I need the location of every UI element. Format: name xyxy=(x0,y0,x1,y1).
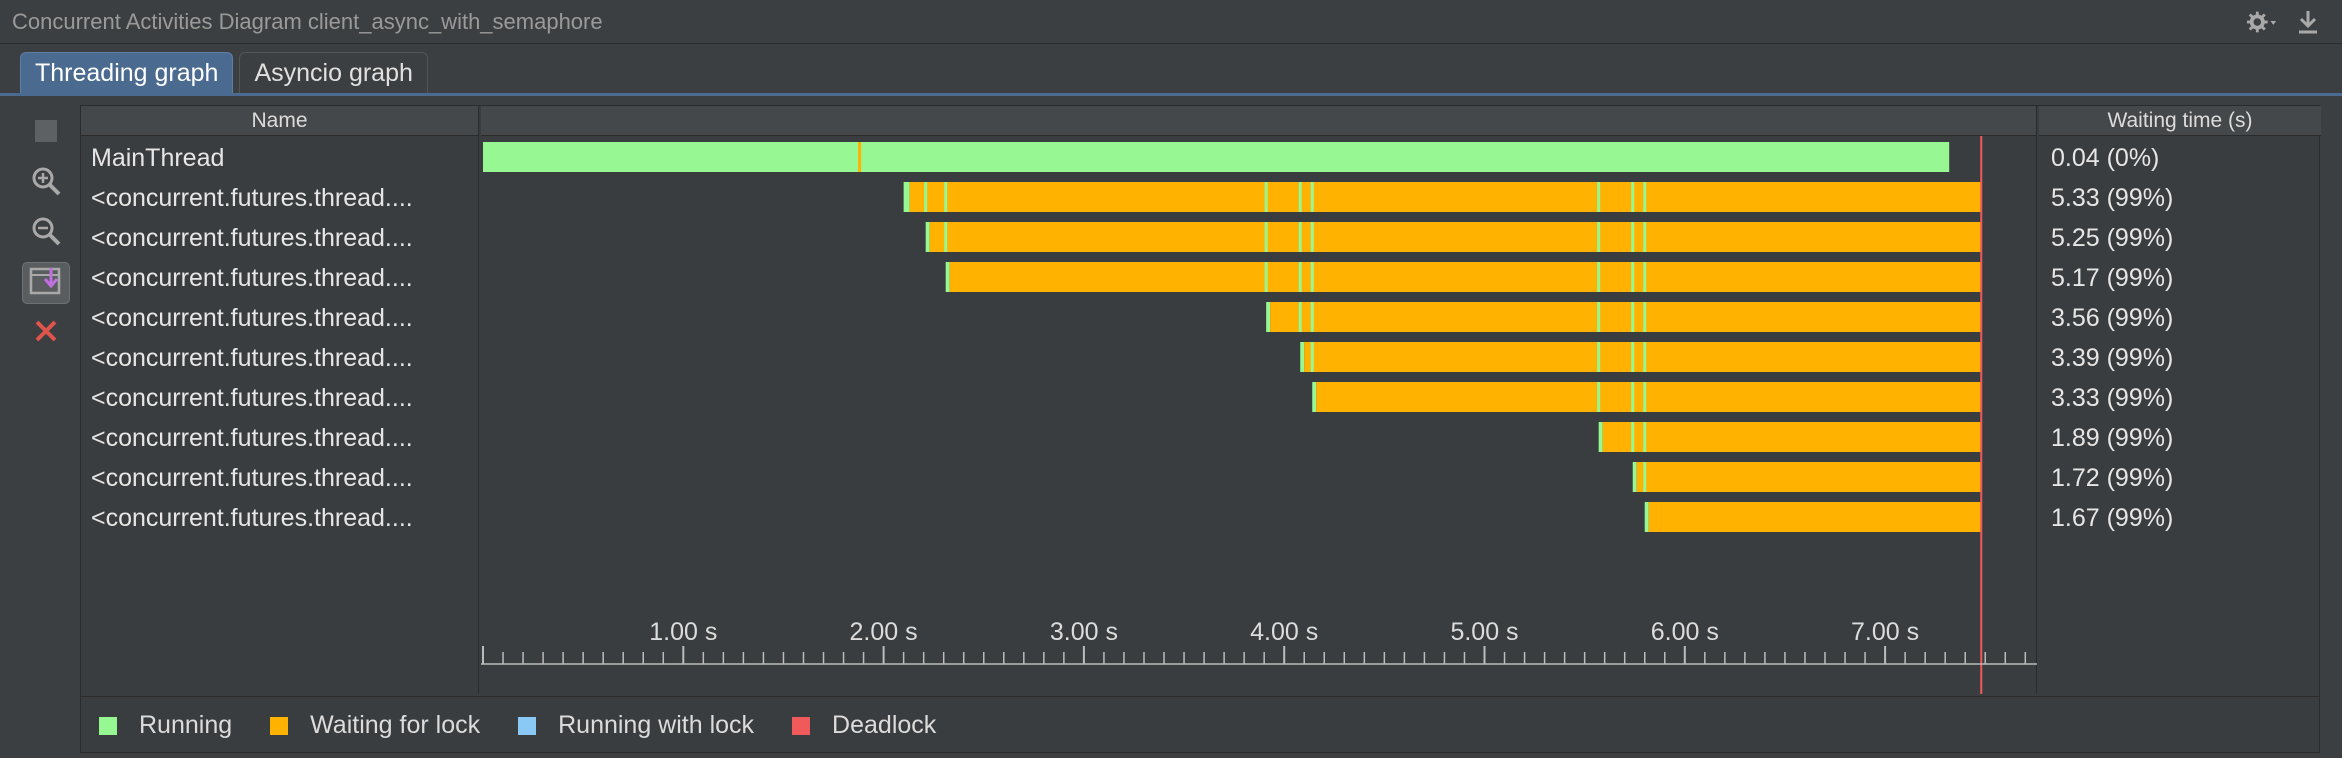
running-with-lock-swatch xyxy=(518,716,537,735)
waiting-segment xyxy=(1304,342,1982,372)
side-toolbar xyxy=(22,112,72,354)
waiting-time: 1.89 (99%) xyxy=(2051,424,2174,452)
legend-running: Running xyxy=(99,711,232,740)
waiting-header[interactable]: Waiting time (s) xyxy=(2039,106,2321,136)
legend-running-with-lock: Running with lock xyxy=(518,711,754,740)
legend-label: Waiting for lock xyxy=(310,711,481,739)
thread-name[interactable]: <concurrent.futures.thread.... xyxy=(91,258,476,298)
waiting-segment xyxy=(1602,422,1982,452)
thread-name[interactable]: <concurrent.futures.thread.... xyxy=(91,458,476,498)
tick-label: 4.00 s xyxy=(1250,618,1318,646)
tick-label: 5.00 s xyxy=(1450,618,1518,646)
running-segment xyxy=(903,182,910,212)
thread-name[interactable]: <concurrent.futures.thread.... xyxy=(91,338,476,378)
stop-button[interactable] xyxy=(22,112,70,154)
running-segment xyxy=(1644,502,1649,532)
thread-name[interactable]: <concurrent.futures.thread.... xyxy=(91,418,476,458)
waiting-time: 5.17 (99%) xyxy=(2051,264,2174,292)
thread-name[interactable]: <concurrent.futures.thread.... xyxy=(91,378,476,418)
waiting-segment xyxy=(949,262,1982,292)
tick-label: 1.00 s xyxy=(649,618,717,646)
waiting-segment xyxy=(1316,382,1982,412)
zoom-in-button[interactable] xyxy=(22,162,70,204)
waiting-time: 0.04 (0%) xyxy=(2051,144,2160,172)
waiting-segment xyxy=(1636,462,1982,492)
close-button[interactable] xyxy=(22,312,70,354)
legend-label: Running with lock xyxy=(558,711,755,739)
thread-name[interactable]: <concurrent.futures.thread.... xyxy=(91,498,476,538)
running-segment xyxy=(1266,302,1271,332)
running-segment xyxy=(1632,462,1637,492)
running-segment xyxy=(945,262,950,292)
legend-deadlock: Deadlock xyxy=(792,711,936,740)
zoom-out-button[interactable] xyxy=(22,212,70,254)
running-segment xyxy=(1598,422,1603,452)
tab-underline xyxy=(0,93,2342,96)
thread-name[interactable]: <concurrent.futures.thread.... xyxy=(91,218,476,258)
tick-label: 7.00 s xyxy=(1851,618,1919,646)
title-bar: Concurrent Activities Diagram client_asy… xyxy=(0,0,2342,44)
waiting-segment xyxy=(929,222,1982,252)
legend-label: Deadlock xyxy=(832,711,937,739)
waiting-time: 3.56 (99%) xyxy=(2051,304,2174,332)
waiting-time: 1.72 (99%) xyxy=(2051,464,2174,492)
timeline-column: 1.00 s 2.00 s 3.00 s 4.00 s 5.00 s 6.00 s 7.00… xyxy=(481,106,2037,694)
close-icon xyxy=(33,318,59,349)
waiting-time: 1.67 (99%) xyxy=(2051,504,2174,532)
thread-name[interactable]: MainThread xyxy=(91,138,476,178)
running-segment xyxy=(1300,342,1305,372)
window-title: Concurrent Activities Diagram client_asy… xyxy=(12,9,603,34)
tab-asyncio-graph[interactable]: Asyncio graph xyxy=(239,52,428,94)
name-header[interactable]: Name xyxy=(81,106,478,136)
zoom-out-icon xyxy=(30,215,62,252)
tick-label: 6.00 s xyxy=(1651,618,1719,646)
diagram-panel: Name MainThread <concurrent.futures.thre… xyxy=(80,105,2321,754)
timeline-graph[interactable]: 1.00 s 2.00 s 3.00 s 4.00 s 5.00 s 6.00 s 7.00… xyxy=(481,106,2037,694)
waiting-time: 5.33 (99%) xyxy=(2051,184,2174,212)
tab-bar: Threading graph Asyncio graph xyxy=(20,52,428,94)
running-segment xyxy=(925,222,930,252)
waiting-time: 5.25 (99%) xyxy=(2051,224,2174,252)
waiting-column: Waiting time (s) 0.04 (0%) 5.33 (99%) 5.… xyxy=(2039,106,2321,694)
waiting-time: 3.39 (99%) xyxy=(2051,344,2174,372)
tick-label: 3.00 s xyxy=(1050,618,1118,646)
waiting-segment xyxy=(1648,502,1982,532)
tab-threading-graph[interactable]: Threading graph xyxy=(20,52,234,94)
running-segment xyxy=(1312,382,1317,412)
title-tools xyxy=(2246,6,2324,38)
waiting-segment xyxy=(1270,302,1982,332)
legend-waiting: Waiting for lock xyxy=(270,711,480,740)
name-column: Name MainThread <concurrent.futures.thre… xyxy=(81,106,479,694)
stop-icon xyxy=(33,118,59,149)
scroll-to-end-button[interactable] xyxy=(22,262,70,304)
thread-name[interactable]: <concurrent.futures.thread.... xyxy=(91,178,476,218)
gear-dropdown-icon[interactable] xyxy=(2246,6,2278,38)
tick-label: 2.00 s xyxy=(850,618,918,646)
thread-name[interactable]: <concurrent.futures.thread.... xyxy=(91,298,476,338)
waiting-time: 3.33 (99%) xyxy=(2051,384,2174,412)
download-icon[interactable] xyxy=(2292,6,2324,38)
waiting-swatch xyxy=(270,716,289,735)
running-swatch xyxy=(99,716,117,735)
zoom-in-icon xyxy=(30,165,62,202)
scroll-to-end-icon xyxy=(29,266,63,301)
running-segment xyxy=(483,142,1950,172)
deadlock-swatch xyxy=(792,716,811,735)
legend-label: Running xyxy=(139,711,233,739)
waiting-segment xyxy=(909,182,1982,212)
legend: Running Waiting for lock Running with lo… xyxy=(81,696,2319,754)
